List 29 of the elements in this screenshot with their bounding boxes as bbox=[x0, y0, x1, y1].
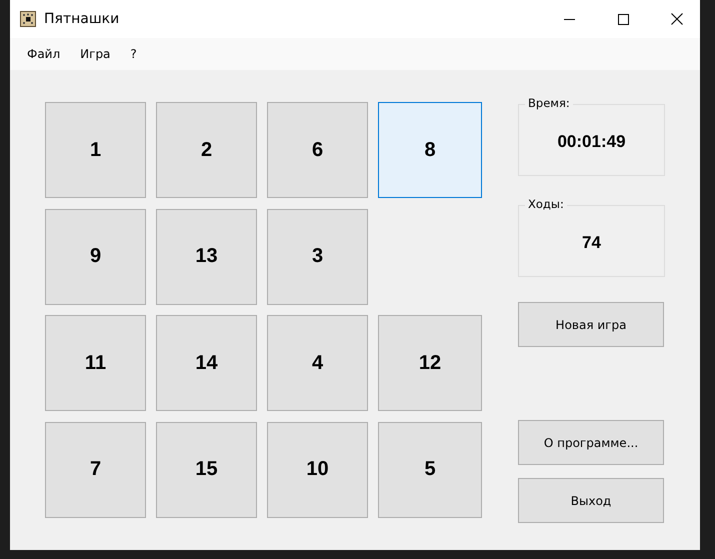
moves-label: Ходы: bbox=[525, 197, 567, 211]
menu-item[interactable]: Файл bbox=[19, 44, 68, 64]
puzzle-tile[interactable]: 9 bbox=[45, 208, 146, 304]
menu-item[interactable]: ? bbox=[122, 44, 145, 64]
puzzle-tile[interactable]: 4 bbox=[267, 315, 368, 411]
window-title: Пятнашки bbox=[44, 11, 120, 27]
exit-button[interactable]: Выход bbox=[518, 478, 664, 523]
puzzle-tile[interactable]: 3 bbox=[267, 208, 368, 304]
puzzle-tile[interactable]: 14 bbox=[156, 315, 257, 411]
about-button[interactable]: О программе... bbox=[518, 420, 664, 465]
puzzle-tile[interactable]: 7 bbox=[45, 422, 146, 518]
moves-value: 74 bbox=[582, 233, 601, 253]
puzzle-tile[interactable]: 2 bbox=[156, 102, 257, 198]
puzzle-tile[interactable]: 10 bbox=[267, 422, 368, 518]
app-icon bbox=[20, 11, 36, 27]
puzzle-tile[interactable]: 1 bbox=[45, 102, 146, 198]
puzzle-tile[interactable]: 15 bbox=[156, 422, 257, 518]
puzzle-tile[interactable]: 6 bbox=[267, 102, 368, 198]
puzzle-tile[interactable]: 13 bbox=[156, 208, 257, 304]
menu-item[interactable]: Игра bbox=[72, 44, 118, 64]
time-label: Время: bbox=[525, 96, 573, 110]
puzzle-tile[interactable]: 12 bbox=[378, 315, 482, 411]
puzzle-tile[interactable]: 8 bbox=[378, 102, 482, 198]
maximize-icon bbox=[618, 14, 628, 24]
puzzle-tile[interactable]: 5 bbox=[378, 422, 482, 518]
close-icon bbox=[671, 13, 683, 25]
puzzle-tile[interactable]: 11 bbox=[45, 315, 146, 411]
new-game-button[interactable]: Новая игра bbox=[518, 302, 664, 347]
time-value: 00:01:49 bbox=[557, 132, 626, 152]
